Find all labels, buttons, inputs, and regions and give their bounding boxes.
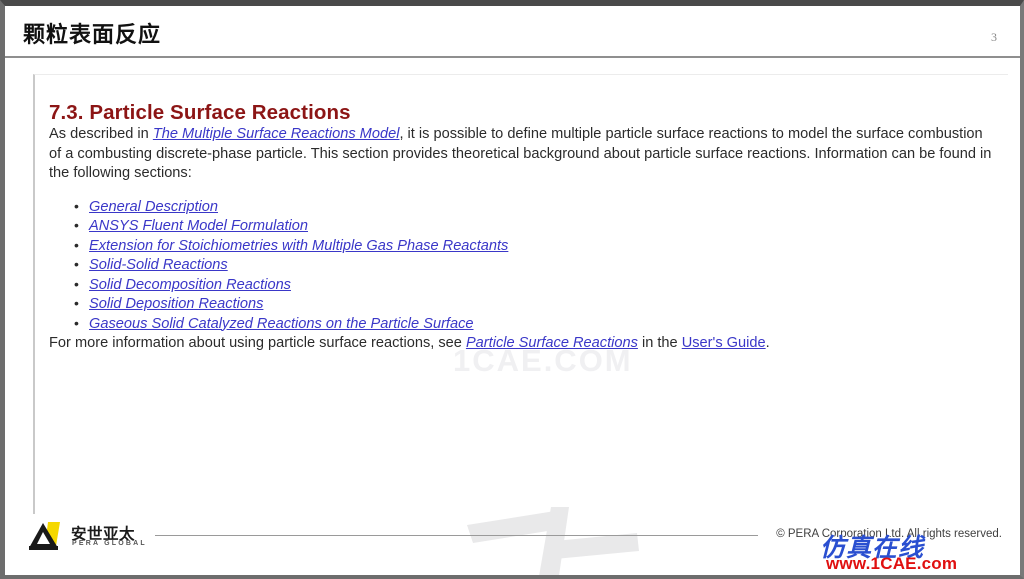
company-logo: 安世亚太 PERA GLOBAL (27, 519, 155, 553)
slide-header: 颗粒表面反应 3 (5, 6, 1020, 58)
copyright-text: © PERA Corporation Ltd. All rights reser… (776, 528, 1002, 540)
link-solid-decomposition-reactions[interactable]: Solid Decomposition Reactions (89, 277, 291, 293)
content-panel: 1CAE.COM 7.3. Particle Surface Reactions… (33, 74, 1008, 575)
slide: 颗粒表面反应 3 1CAE.COM 7.3. Particle Surface … (0, 0, 1024, 579)
list-item: General Description (74, 197, 1001, 218)
section-link-list: General Description ANSYS Fluent Model F… (49, 197, 1001, 335)
list-item: Solid-Solid Reactions (74, 255, 1001, 276)
pera-global-logo-icon (29, 522, 60, 550)
outro-text-before: For more information about using particl… (49, 335, 466, 351)
page-number: 3 (991, 30, 997, 44)
slide-footer: 安世亚太 PERA GLOBAL © PERA Corporation Ltd.… (5, 513, 1020, 575)
intro-text-before: As described in (49, 126, 153, 142)
document-body: 7.3. Particle Surface Reactions As descr… (49, 101, 1001, 354)
outro-text-middle: in the (637, 335, 682, 351)
list-item: Solid Deposition Reactions (74, 294, 1001, 315)
outro-paragraph: For more information about using particl… (49, 334, 1001, 354)
link-gaseous-solid-catalyzed-reactions[interactable]: Gaseous Solid Catalyzed Reactions on the… (89, 316, 474, 332)
link-solid-deposition-reactions[interactable]: Solid Deposition Reactions (89, 296, 263, 312)
outro-text-after: . (765, 335, 770, 351)
list-item: Gaseous Solid Catalyzed Reactions on the… (74, 314, 1001, 335)
link-solid-solid-reactions[interactable]: Solid-Solid Reactions (89, 257, 228, 273)
intro-paragraph: As described in The Multiple Surface Rea… (49, 125, 995, 184)
footer-divider (155, 535, 758, 536)
section-heading: 7.3. Particle Surface Reactions (49, 101, 351, 124)
link-extension-for-stoichiometries[interactable]: Extension for Stoichiometries with Multi… (89, 238, 508, 254)
page-title: 颗粒表面反应 (23, 22, 162, 47)
link-multiple-surface-reactions-model[interactable]: The Multiple Surface Reactions Model (153, 126, 400, 142)
link-ansys-fluent-model-formulation[interactable]: ANSYS Fluent Model Formulation (89, 218, 308, 234)
link-general-description[interactable]: General Description (89, 199, 218, 215)
list-item: Solid Decomposition Reactions (74, 275, 1001, 296)
logo-text-en: PERA GLOBAL (72, 540, 147, 547)
watermark-site-url: www.1CAE.com (826, 554, 958, 573)
link-particle-surface-reactions[interactable]: Particle Surface Reactions (466, 335, 638, 351)
link-users-guide[interactable]: User's Guide (682, 335, 766, 351)
list-item: Extension for Stoichiometries with Multi… (74, 236, 1001, 257)
list-item: ANSYS Fluent Model Formulation (74, 216, 1001, 237)
